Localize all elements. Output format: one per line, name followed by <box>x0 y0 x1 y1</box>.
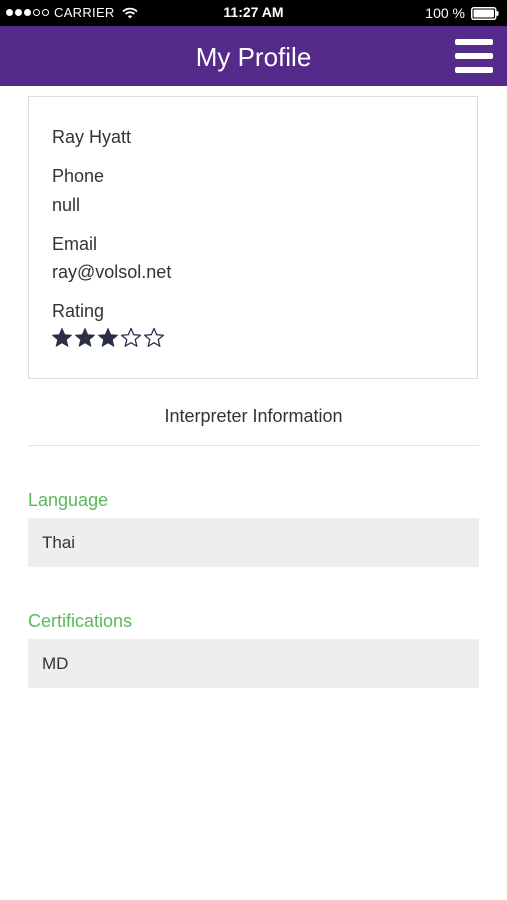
app-header: My Profile <box>0 26 507 86</box>
star-filled-icon <box>52 327 72 347</box>
email-label: Email <box>52 234 98 254</box>
language-field[interactable]: Thai <box>28 518 479 567</box>
certifications-value: MD <box>42 654 69 673</box>
rating-label: Rating <box>52 301 105 321</box>
star-filled-icon <box>75 327 95 347</box>
certifications-field[interactable]: MD <box>28 639 479 688</box>
language-label: Language <box>28 490 109 510</box>
page-title: My Profile <box>195 42 312 72</box>
star-empty-icon <box>120 327 142 347</box>
section-title: Interpreter Information <box>164 406 343 426</box>
phone-label: Phone <box>52 166 105 186</box>
status-bar: CARRIER 11:27 AM 100 % <box>0 0 507 26</box>
phone-value: null <box>52 195 81 215</box>
star-empty-icon <box>143 327 165 347</box>
profile-name: Ray Hyatt <box>52 127 132 147</box>
battery-percent: 100 % <box>425 5 465 21</box>
menu-button[interactable] <box>455 39 493 73</box>
rating-stars <box>51 327 166 349</box>
email-value: ray@volsol.net <box>52 262 172 282</box>
profile-card: Ray Hyatt Phone null Email ray@volsol.ne… <box>28 96 478 379</box>
divider <box>28 445 479 446</box>
battery-icon <box>471 6 499 20</box>
certifications-label: Certifications <box>28 611 133 631</box>
language-value: Thai <box>42 533 76 552</box>
star-filled-icon <box>98 327 118 347</box>
status-right: 100 % <box>425 5 499 21</box>
